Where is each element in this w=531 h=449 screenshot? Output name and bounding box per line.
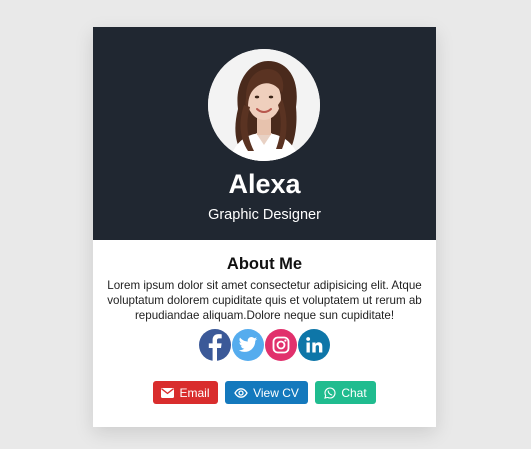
twitter-link[interactable] xyxy=(232,329,264,361)
linkedin-icon xyxy=(306,337,323,353)
instagram-icon xyxy=(272,336,290,354)
about-heading: About Me xyxy=(226,255,303,273)
social-links xyxy=(199,329,331,361)
chat-button-label: Chat xyxy=(341,385,367,400)
twitter-icon xyxy=(238,337,258,352)
email-button-label: Email xyxy=(179,385,210,400)
chat-button[interactable]: Chat xyxy=(315,381,376,404)
whatsapp-icon xyxy=(324,386,336,399)
card-header: Alexa Graphic Designer xyxy=(93,27,436,240)
profile-name: Alexa xyxy=(228,169,301,199)
instagram-link[interactable] xyxy=(265,329,297,361)
eye-icon xyxy=(234,387,248,398)
facebook-icon xyxy=(208,334,222,361)
envelope-icon xyxy=(161,387,175,398)
view-cv-button-label: View CV xyxy=(253,385,299,400)
avatar xyxy=(208,49,320,161)
avatar-photo xyxy=(208,49,320,161)
action-buttons: Email View CV Chat xyxy=(153,381,376,404)
about-text: Lorem ipsum dolor sit amet consectetur a… xyxy=(107,279,422,322)
linkedin-link[interactable] xyxy=(298,329,330,361)
profile-title: Graphic Designer xyxy=(208,207,321,223)
view-cv-button[interactable]: View CV xyxy=(225,381,308,404)
facebook-link[interactable] xyxy=(199,329,231,361)
profile-card: Alexa Graphic Designer About Me Lorem ip… xyxy=(93,27,436,427)
email-button[interactable]: Email xyxy=(153,381,218,404)
